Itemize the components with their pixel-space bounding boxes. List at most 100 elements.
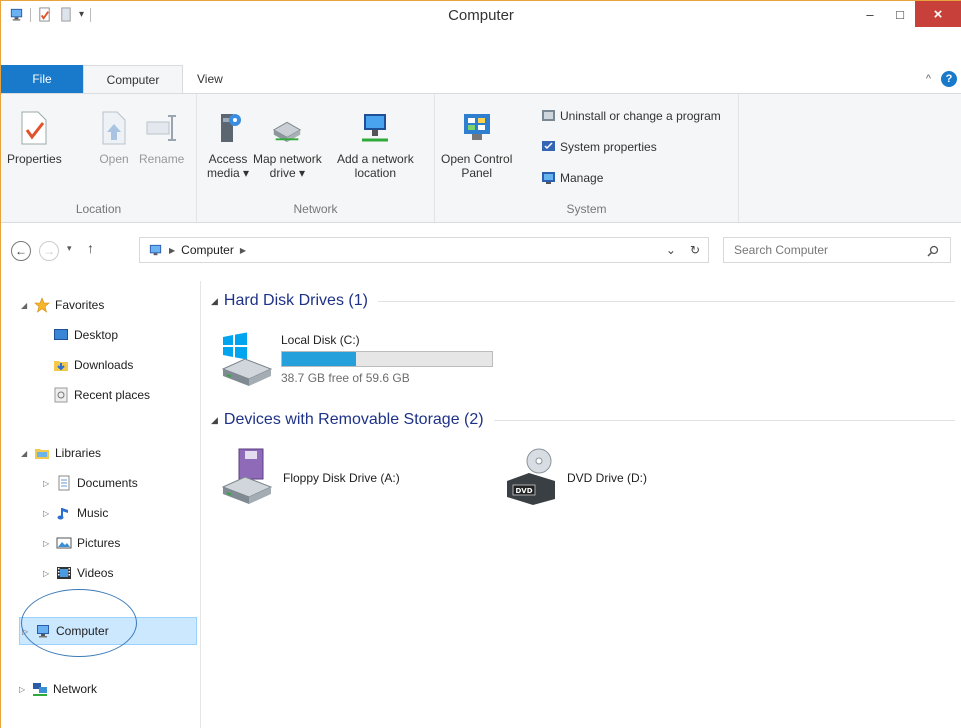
system-properties-button[interactable]: System properties	[541, 139, 657, 154]
libraries-icon	[35, 449, 49, 459]
location-group: Properties Open Rename Location	[1, 94, 197, 222]
drive-usage-bar	[281, 351, 493, 367]
system-properties-label: System properties	[560, 139, 657, 154]
removable-storage-heading[interactable]: ◢ Devices with Removable Storage (2)	[211, 411, 955, 429]
uninstall-icon	[542, 110, 555, 121]
svg-text:DVD: DVD	[515, 487, 532, 495]
drive-floppy-a[interactable]: Floppy Disk Drive (A:)	[219, 447, 400, 507]
nav-downloads-label: Downloads	[74, 358, 134, 372]
drive-local-disk-c-name: Local Disk (C:)	[281, 333, 360, 347]
breadcrumb-chevron-icon[interactable]: ▶	[169, 246, 175, 255]
tab-computer[interactable]: Computer	[83, 65, 183, 94]
up-arrow-icon[interactable]: ↑	[87, 240, 94, 256]
location-group-label: Location	[75, 202, 122, 216]
window-title: Computer	[448, 7, 514, 24]
expand-icon[interactable]: ▷	[43, 569, 51, 578]
breadcrumb-chevron-icon[interactable]: ▶	[240, 246, 246, 255]
help-icon[interactable]: ?	[941, 71, 957, 87]
collapse-icon[interactable]: ◢	[21, 301, 29, 310]
access-media-icon	[221, 114, 242, 142]
access-media-line2: media ▾	[207, 166, 250, 180]
system-properties-icon	[542, 141, 555, 151]
expand-icon[interactable]: ▷	[43, 509, 51, 518]
nav-documents-label: Documents	[77, 476, 138, 490]
refresh-icon[interactable]: ↻	[690, 243, 700, 257]
drive-local-disk-c-free: 38.7 GB free of 59.6 GB	[281, 371, 410, 385]
drive-local-disk-c-details: Local Disk (C:) 38.7 GB free of 59.6 GB	[281, 329, 493, 385]
access-media-button[interactable]: Access media ▾	[207, 110, 249, 180]
manage-label: Manage	[560, 170, 604, 185]
expand-icon[interactable]: ▷	[43, 479, 51, 488]
nav-libraries[interactable]: ◢ Libraries	[21, 443, 101, 463]
address-dropdown-icon[interactable]: ⌄	[666, 243, 676, 257]
nav-documents[interactable]: ▷ Documents	[43, 473, 138, 493]
expand-icon[interactable]: ▷	[43, 539, 51, 548]
map-network-drive-line1: Map network	[253, 152, 322, 166]
add-network-location-button[interactable]: Add a network location	[337, 110, 414, 180]
open-control-panel-button[interactable]: Open Control Panel	[441, 110, 512, 180]
floppy-drive-icon	[221, 448, 273, 504]
search-input[interactable]: Search Computer	[723, 237, 951, 263]
collapse-icon[interactable]: ◢	[211, 296, 218, 307]
nav-pictures[interactable]: ▷ Pictures	[43, 533, 120, 553]
address-bar[interactable]: ▶ Computer ▶ ⌄ ↻	[139, 237, 709, 263]
map-network-drive-button[interactable]: Map network drive ▾	[253, 110, 322, 180]
tab-file[interactable]: File	[1, 65, 83, 93]
highlight-circle	[21, 589, 137, 657]
address-actions: ⌄ ↻	[666, 243, 700, 257]
add-network-location-icon	[362, 114, 389, 142]
back-button[interactable]: ←	[11, 241, 31, 261]
add-network-location-line2: location	[354, 166, 397, 180]
divider	[377, 300, 955, 302]
properties-icon	[21, 111, 47, 145]
address-row: ← → ▾ ↑ ▶ Computer ▶ ⌄ ↻ Search Computer	[1, 233, 961, 267]
close-button[interactable]: ×	[915, 1, 961, 27]
maximize-button[interactable]: □	[885, 1, 915, 27]
uninstall-program-button[interactable]: Uninstall or change a program	[541, 108, 721, 123]
ribbon-controls: ^ ?	[926, 71, 957, 87]
minimize-ribbon-icon[interactable]: ^	[926, 73, 931, 85]
network-group-label: Network	[293, 202, 338, 216]
hard-disk-drives-heading[interactable]: ◢ Hard Disk Drives (1)	[211, 292, 955, 310]
hard-disk-windows-icon	[221, 332, 273, 386]
breadcrumb-computer[interactable]: Computer	[181, 243, 234, 257]
network-icon	[33, 683, 47, 696]
minimize-button[interactable]: –	[855, 1, 885, 27]
open-label: Open	[99, 152, 129, 166]
nav-music[interactable]: ▷ Music	[43, 503, 108, 523]
nav-favorites[interactable]: ◢ Favorites	[21, 295, 104, 315]
tab-view[interactable]: View	[193, 65, 223, 93]
explorer-window: ▾ Computer – □ × File Computer View ^ ? …	[0, 0, 961, 728]
manage-button[interactable]: Manage	[541, 170, 603, 185]
open-button[interactable]: Open	[97, 110, 131, 166]
collapse-icon[interactable]: ◢	[211, 415, 218, 426]
nav-desktop[interactable]: Desktop	[53, 325, 118, 345]
add-network-location-line1: Add a network	[337, 152, 414, 166]
nav-downloads[interactable]: Downloads	[53, 355, 133, 375]
rename-button[interactable]: Rename	[139, 110, 184, 166]
properties-label: Properties	[7, 152, 62, 166]
title-bar: ▾ Computer – □ ×	[1, 1, 961, 31]
access-media-line1: Access	[208, 152, 248, 166]
drive-dvd-d[interactable]: DVD DVD Drive (D:)	[503, 447, 647, 507]
nav-recent-places-label: Recent places	[74, 388, 151, 402]
forward-button[interactable]: →	[39, 241, 59, 261]
drive-local-disk-c[interactable]: Local Disk (C:) 38.7 GB free of 59.6 GB	[219, 329, 493, 389]
expand-icon[interactable]: ▷	[19, 685, 27, 694]
nav-network[interactable]: ▷ Network	[19, 679, 97, 699]
uninstall-label: Uninstall or change a program	[560, 108, 721, 123]
ribbon: Properties Open Rename Location Access m…	[1, 93, 961, 223]
recent-locations-icon[interactable]: ▾	[67, 243, 72, 254]
search-icon[interactable]	[927, 245, 939, 257]
nav-videos-label: Videos	[77, 566, 114, 580]
nav-videos[interactable]: ▷ Videos	[43, 563, 113, 583]
music-icon	[57, 508, 68, 520]
drive-usage-fill	[282, 352, 356, 366]
nav-recent-places[interactable]: Recent places	[53, 385, 150, 405]
network-group: Access media ▾ Map network drive ▾ Add a…	[197, 94, 435, 222]
collapse-icon[interactable]: ◢	[21, 449, 29, 458]
window-controls: – □ ×	[855, 1, 961, 27]
removable-storage-label: Devices with Removable Storage (2)	[223, 411, 484, 428]
properties-button[interactable]: Properties	[7, 110, 62, 166]
dvd-drive-icon: DVD	[507, 448, 555, 505]
